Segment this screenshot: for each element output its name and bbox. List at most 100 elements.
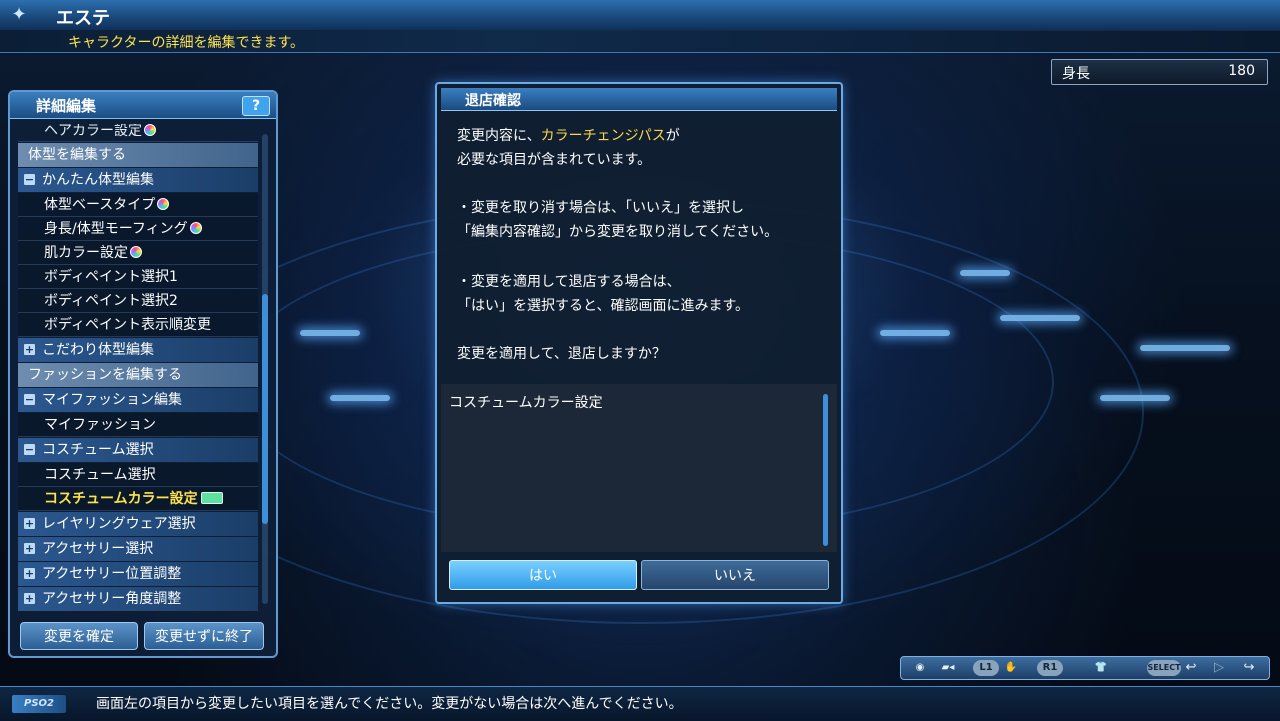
status-bar: PSO2 画面左の項目から変更したい項目を選んでください。変更がない場合は次へ進…: [0, 686, 1280, 721]
menu-item-label: 身長/体型モーフィング: [44, 221, 188, 237]
subtitle-bar: キャラクターの詳細を編集できます。: [0, 30, 1280, 53]
menu-item-label: こだわり体型編集: [42, 342, 154, 358]
menu-item-label: アクセサリー選択: [42, 541, 154, 557]
height-label: 身長: [1062, 66, 1090, 82]
message-line: 「はい」を選択すると、確認画面に進みます。: [457, 298, 750, 314]
undo-icon[interactable]: ↩: [1183, 660, 1199, 676]
r1-button[interactable]: R1: [1037, 660, 1063, 676]
dialog-title: 退店確認: [465, 93, 521, 109]
menu-item-label: ボディペイント選択2: [44, 293, 178, 309]
menu-section[interactable]: ファッションを編集する: [18, 363, 258, 387]
menu-group[interactable]: − かんたん体型編集: [18, 168, 258, 192]
menu-item[interactable]: 身長/体型モーフィング: [18, 217, 258, 241]
status-message: 画面左の項目から変更したい項目を選んでください。変更がない場合は次へ進んでくださ…: [96, 696, 683, 712]
bg-light: [880, 330, 950, 336]
message-line: ・変更を適用して退店する場合は、: [457, 274, 681, 290]
height-value: 180: [1228, 63, 1255, 79]
color-pass-icon: [157, 198, 170, 210]
emblem-icon: ✦: [11, 4, 27, 25]
color-change-pass-highlight: カラーチェンジパス: [540, 128, 666, 144]
menu-item[interactable]: ボディペイント表示順変更: [18, 313, 258, 337]
menu-item[interactable]: ボディペイント選択1: [18, 265, 258, 289]
menu-item-label: コスチューム選択: [42, 442, 154, 458]
required-items-list: コスチュームカラー設定: [441, 384, 837, 552]
menu-group[interactable]: + レイヤリングウェア選択: [18, 512, 258, 536]
redo-icon[interactable]: ↪: [1241, 660, 1257, 676]
select-button[interactable]: SELECT: [1147, 660, 1181, 676]
menu-item[interactable]: ボディペイント選択2: [18, 289, 258, 313]
collapse-icon[interactable]: −: [24, 174, 35, 185]
menu-item-label: ヘアカラー設定: [44, 124, 142, 139]
detail-edit-panel: 詳細編集 ? ヘアカラー設定 体型を編集する − かんたん体型編集 体型ベースタイプ 身長…: [8, 90, 278, 658]
menu-item[interactable]: 肌カラー設定: [18, 241, 258, 265]
scrollbar-thumb[interactable]: [262, 294, 268, 524]
camera-icon[interactable]: ▰◂: [937, 660, 959, 676]
menu-item-label: コスチュームカラー設定: [44, 491, 198, 507]
hand-icon[interactable]: ✋: [1003, 660, 1019, 676]
page-subtitle: キャラクターの詳細を編集できます。: [68, 35, 305, 51]
exit-confirm-dialog: 退店確認 変更内容に、カラーチェンジパスが 必要な項目が含まれています。 ・変更…: [435, 82, 843, 604]
menu-item-label: ボディペイント表示順変更: [44, 317, 212, 333]
color-pass-icon: [189, 222, 202, 234]
expand-icon[interactable]: +: [24, 518, 35, 529]
menu-item[interactable]: ヘアカラー設定: [18, 124, 258, 142]
message-line: 「編集内容確認」から変更を取り消してください。: [457, 224, 779, 240]
expand-icon[interactable]: +: [24, 344, 35, 355]
expand-icon[interactable]: +: [24, 568, 35, 579]
message-line: ・変更を取り消す場合は、「いいえ」を選択し: [457, 200, 744, 216]
edit-menu-list: ヘアカラー設定 体型を編集する − かんたん体型編集 体型ベースタイプ 身長/体型モーフィ…: [18, 124, 258, 616]
bg-light: [330, 395, 390, 401]
confirm-changes-button[interactable]: 変更を確定: [20, 622, 138, 650]
panel-scrollbar[interactable]: [262, 134, 268, 604]
menu-item-label: ファッションを編集する: [28, 367, 182, 383]
panel-title: 詳細編集: [36, 97, 97, 115]
page-title: エステ: [56, 8, 110, 29]
menu-item[interactable]: マイファッション: [18, 413, 258, 437]
menu-group[interactable]: + アクセサリー選択: [18, 537, 258, 561]
shirt-icon[interactable]: 👕: [1093, 660, 1109, 676]
dialog-header: 退店確認: [441, 88, 837, 111]
menu-group[interactable]: + こだわり体型編集: [18, 338, 258, 362]
menu-item-label: アクセサリー位置調整: [42, 566, 182, 582]
menu-group[interactable]: + アクセサリー角度調整: [18, 587, 258, 611]
menu-item-label: かんたん体型編集: [42, 172, 154, 188]
play-icon[interactable]: ▷: [1211, 660, 1227, 676]
bg-light: [1100, 395, 1170, 401]
message-line: 必要な項目が含まれています。: [457, 152, 652, 168]
help-button[interactable]: ?: [242, 96, 270, 116]
menu-item-label: コスチューム選択: [44, 467, 156, 483]
expand-icon[interactable]: +: [24, 543, 35, 554]
message-text: が: [665, 128, 680, 144]
menu-item[interactable]: コスチュームカラー設定: [18, 487, 258, 511]
expand-icon[interactable]: +: [24, 593, 35, 604]
menu-item-label: 肌カラー設定: [44, 245, 128, 261]
menu-item-label: マイファッション編集: [42, 392, 182, 408]
menu-section[interactable]: 体型を編集する: [18, 143, 258, 167]
color-pass-icon: [144, 124, 156, 136]
menu-item[interactable]: 体型ベースタイプ: [18, 193, 258, 217]
yes-button[interactable]: はい: [449, 560, 637, 590]
bg-light: [960, 270, 1010, 276]
dialog-message: 変更内容に、カラーチェンジパスが 必要な項目が含まれています。 ・変更を取り消す…: [445, 124, 829, 384]
message-text: 変更内容に、: [457, 128, 541, 144]
controller-hint-bar: ◉ ▰◂ L1 ✋ R1 👕 SELECT ↩ ▷ ↪: [900, 656, 1270, 680]
menu-item-label: アクセサリー角度調整: [42, 591, 182, 607]
collapse-icon[interactable]: −: [24, 394, 35, 405]
menu-item-label: ボディペイント選択1: [44, 269, 178, 285]
menu-item[interactable]: コスチューム選択: [18, 463, 258, 487]
menu-item-label: レイヤリングウェア選択: [42, 516, 196, 532]
dialog-scrollbar[interactable]: [823, 394, 828, 546]
exit-without-changes-button[interactable]: 変更せずに終了: [144, 622, 264, 650]
title-bar: ✦ エステ: [0, 0, 1280, 31]
message-line: 変更内容に、カラーチェンジパスが: [457, 124, 680, 149]
no-button[interactable]: いいえ: [641, 560, 829, 590]
game-logo: PSO2: [12, 695, 66, 713]
record-icon[interactable]: ◉: [911, 660, 929, 676]
collapse-icon[interactable]: −: [24, 444, 35, 455]
menu-group[interactable]: − コスチューム選択: [18, 438, 258, 462]
menu-group[interactable]: − マイファッション編集: [18, 388, 258, 412]
bg-light: [300, 330, 360, 336]
menu-group[interactable]: + アクセサリー位置調整: [18, 562, 258, 586]
l1-button[interactable]: L1: [973, 660, 999, 676]
menu-item-label: 体型ベースタイプ: [44, 197, 156, 213]
